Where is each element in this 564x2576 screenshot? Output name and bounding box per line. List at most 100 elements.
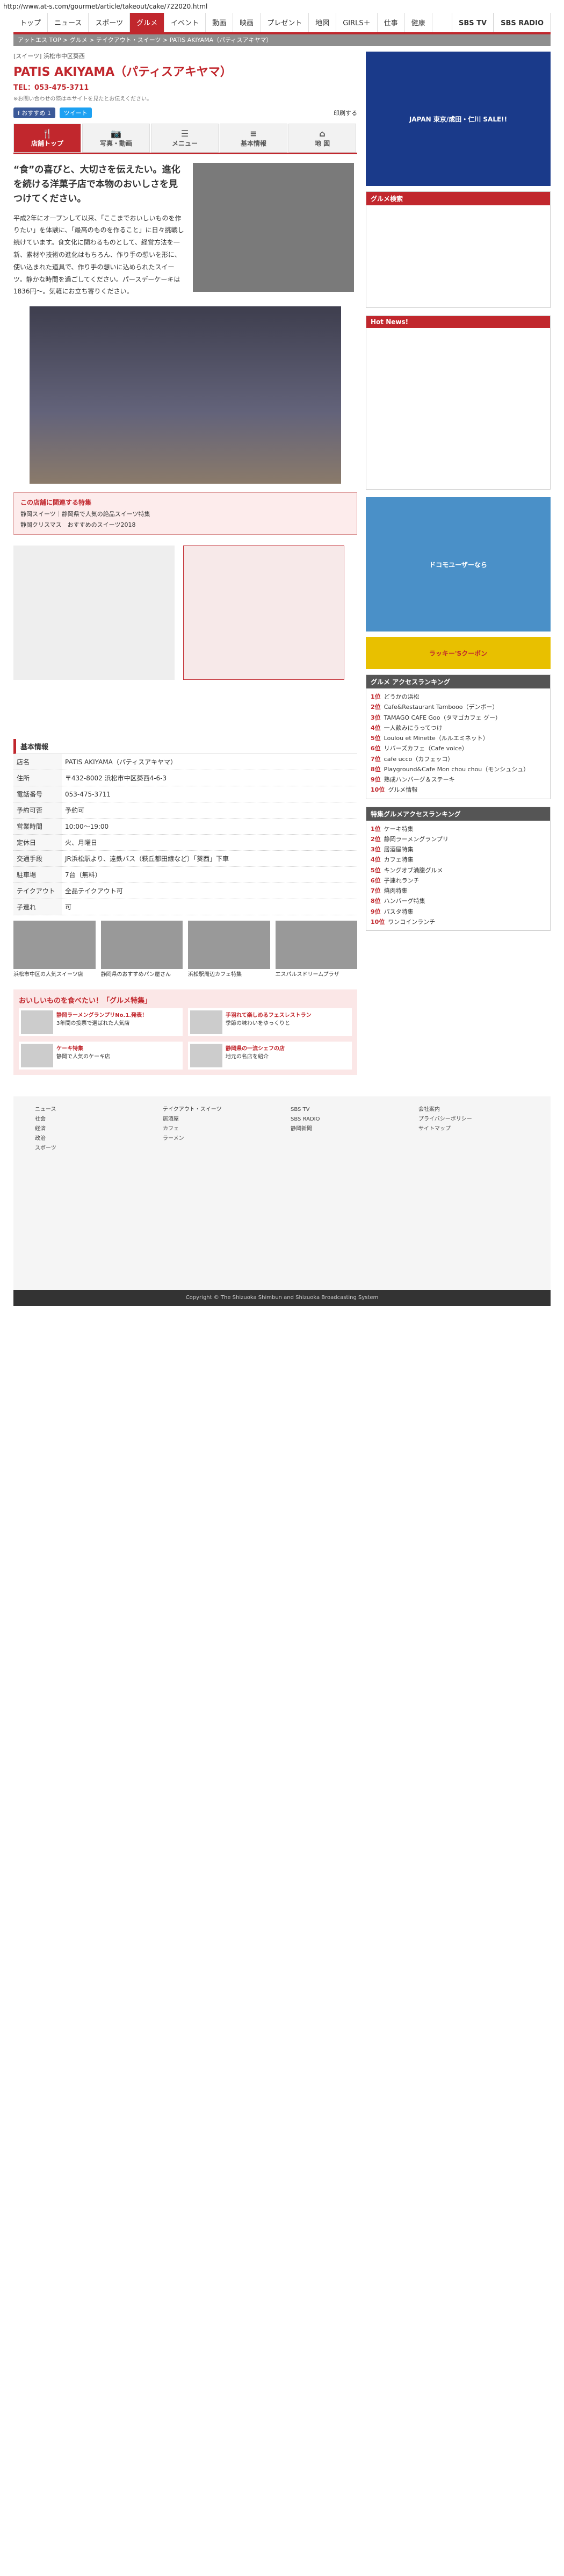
nav-item[interactable]: ニュース [48, 13, 89, 32]
ranking-item[interactable]: 5位 キングオブ満腹グルメ [371, 865, 546, 876]
ranking-item[interactable]: 6位 リバーズカフェ（Cafe voice） [371, 743, 546, 754]
ranking-link[interactable]: パスタ特集 [384, 908, 414, 915]
tab-4[interactable]: ⌂ 地 図 [288, 124, 356, 153]
ranking-link[interactable]: 一人飲みにうってつけ [384, 724, 443, 731]
feature-thumb [190, 1010, 222, 1035]
ranking-link[interactable]: Cafe&Restaurant Tambooo（デンボー） [384, 704, 498, 711]
nav-item[interactable]: 地図 [309, 13, 337, 32]
footer-link[interactable]: 会社案内 [418, 1105, 529, 1115]
print-button[interactable]: 印刷する [334, 109, 357, 117]
tab-2[interactable]: ☰ メニュー [151, 124, 219, 153]
footer-link[interactable]: サイトマップ [418, 1124, 529, 1134]
related-link[interactable]: 静岡スイーツ｜静岡県で人気の絶品スイーツ特集 [20, 509, 350, 520]
ranking-link[interactable]: ハンバーグ特集 [384, 898, 425, 905]
ranking-item[interactable]: 2位 静岡ラーメングランプリ [371, 834, 546, 844]
ranking-link[interactable]: 焼肉特集 [384, 887, 408, 894]
ranking-link[interactable]: キングオブ満腹グルメ [384, 867, 443, 874]
footer-link[interactable]: SBS TV [291, 1105, 401, 1115]
nav-item[interactable]: 動画 [206, 13, 234, 32]
ad-banner[interactable] [13, 546, 175, 680]
gourmet-search: グルメ検索 [366, 191, 551, 308]
ranking-item[interactable]: 7位 焼肉特集 [371, 886, 546, 896]
twitter-share-button[interactable]: ツイート [59, 107, 92, 118]
footer-link[interactable]: ラーメン [163, 1134, 273, 1144]
ranking-link[interactable]: Playground&Cafe Mon chou chou（モンシュシュ） [384, 766, 530, 773]
ranking-link[interactable]: どうかの浜松 [384, 693, 420, 700]
ranking-item[interactable]: 8位 Playground&Cafe Mon chou chou（モンシュシュ） [371, 764, 546, 774]
footer-link[interactable]: 社会 [35, 1115, 146, 1124]
nav-item[interactable]: スポーツ [89, 13, 131, 32]
ranking-link[interactable]: カフェ特集 [384, 856, 414, 863]
footer-link[interactable]: 政治 [35, 1134, 146, 1144]
ranking-item[interactable]: 10位 グルメ情報 [371, 785, 546, 795]
ranking-item[interactable]: 1位 ケーキ特集 [371, 824, 546, 834]
ranking-link[interactable]: cafe ucco（カフェッコ） [384, 756, 454, 763]
tab-0[interactable]: 🍴 店舗トップ [13, 124, 81, 153]
footer-link[interactable]: SBS RADIO [291, 1115, 401, 1124]
ranking-item[interactable]: 3位 TAMAGO CAFE Goo（タマゴカフェ グー） [371, 713, 546, 723]
footer-link[interactable]: 居酒屋 [163, 1115, 273, 1124]
nav-item[interactable]: グルメ [130, 13, 165, 32]
footer-link[interactable]: ニュース [35, 1105, 146, 1115]
ranking-item[interactable]: 8位 ハンバーグ特集 [371, 896, 546, 906]
nav-item-station[interactable]: SBS RADIO [494, 13, 551, 32]
nav-item[interactable]: 映画 [233, 13, 261, 32]
nav-item[interactable]: イベント [164, 13, 206, 32]
nav-item[interactable]: プレゼント [261, 13, 309, 32]
footer-link[interactable]: テイクアウト・スイーツ [163, 1105, 273, 1115]
feature-item[interactable]: 静岡県の一流シェフの店 地元の名店を紹介 [188, 1042, 352, 1070]
ranking-link[interactable]: ケーキ特集 [384, 826, 414, 833]
docomo-banner[interactable]: ドコモユーザーなら [366, 497, 551, 632]
ranking-link[interactable]: Loulou et Minette（ルルエミネット） [384, 735, 489, 742]
airline-banner[interactable]: JAPAN 東京/成田・仁川 SALE!! [366, 52, 551, 186]
facebook-share-button[interactable]: f おすすめ 1 [13, 107, 55, 118]
ranking-item[interactable]: 7位 cafe ucco（カフェッコ） [371, 754, 546, 764]
footer-link[interactable]: 経済 [35, 1124, 146, 1134]
feature-item[interactable]: 静岡ラーメングランプリNo.1.発表！ 3年間の投票で選ばれた人気店 [19, 1008, 183, 1037]
recommend-card[interactable]: 静岡県のおすすめパン屋さん [100, 921, 183, 979]
tab-1[interactable]: 📷 写真・動画 [82, 124, 150, 153]
video-ad[interactable] [30, 306, 341, 484]
ranking-link[interactable]: 子連れランチ [384, 877, 420, 884]
ranking-item[interactable]: 1位 どうかの浜松 [371, 692, 546, 702]
ranking-number: 9位 [371, 908, 381, 915]
feature-item[interactable]: 手羽れて楽しめるフェスレストラン 季節の味わいをゆっくりと [188, 1008, 352, 1037]
ranking-item[interactable]: 4位 一人飲みにうってつけ [371, 723, 546, 733]
footer-link[interactable]: カフェ [163, 1124, 273, 1134]
related-link[interactable]: 静岡クリスマス おすすめのスイーツ2018 [20, 520, 350, 530]
ad-banner[interactable] [183, 546, 344, 680]
ranking-item[interactable]: 5位 Loulou et Minette（ルルエミネット） [371, 733, 546, 743]
recommend-card[interactable]: エスパルスドリームプラザ [275, 921, 357, 979]
nav-item[interactable]: 仕事 [378, 13, 405, 32]
ranking-item[interactable]: 4位 カフェ特集 [371, 855, 546, 865]
tab-3[interactable]: ≡ 基本情報 [220, 124, 287, 153]
footer-link[interactable]: スポーツ [35, 1144, 146, 1153]
ranking-item[interactable]: 9位 パスタ特集 [371, 907, 546, 917]
ranking-link[interactable]: ワンコインランチ [388, 919, 435, 925]
nav-item[interactable]: GIRLS＋ [336, 13, 378, 32]
ranking-link[interactable]: リバーズカフェ（Cafe voice） [384, 745, 468, 752]
ranking-item[interactable]: 10位 ワンコインランチ [371, 917, 546, 927]
ranking-item[interactable]: 3位 居酒屋特集 [371, 844, 546, 855]
ranking-link[interactable]: TAMAGO CAFE Goo（タマゴカフェ グー） [384, 714, 501, 721]
footer-link[interactable]: プライバシーポリシー [418, 1115, 529, 1124]
recommend-card[interactable]: 浜松市中区の人気スイーツ店 [13, 921, 96, 979]
ranking-link[interactable]: 居酒屋特集 [384, 846, 414, 853]
ranking-item[interactable]: 2位 Cafe&Restaurant Tambooo（デンボー） [371, 702, 546, 712]
ranking-item[interactable]: 6位 子連れランチ [371, 876, 546, 886]
coupon-banner[interactable]: ラッキー'Sクーポン [366, 637, 551, 669]
gourmet-search-heading: グルメ検索 [366, 192, 550, 205]
ranking-link[interactable]: グルメ情報 [388, 786, 417, 793]
feature-title: 静岡県の一流シェフの店 [226, 1046, 285, 1052]
feature-title: 手羽れて楽しめるフェスレストラン [226, 1013, 312, 1019]
feature-item[interactable]: ケーキ特集 静岡で人気のケーキ店 [19, 1042, 183, 1070]
ranking-link[interactable]: 静岡ラーメングランプリ [384, 836, 449, 843]
nav-item-station[interactable]: SBS TV [451, 13, 494, 32]
recommend-card[interactable]: 浜松駅周辺カフェ特集 [188, 921, 270, 979]
footer-link[interactable]: 静岡新聞 [291, 1124, 401, 1134]
ranking-item[interactable]: 9位 熟成ハンバーグ＆ステーキ [371, 774, 546, 785]
nav-item[interactable]: 健康 [405, 13, 432, 32]
ranking-link[interactable]: 熟成ハンバーグ＆ステーキ [384, 776, 455, 783]
feature-desc: 季節の味わいをゆっくりと [226, 1021, 290, 1027]
nav-item[interactable]: トップ [13, 13, 48, 32]
